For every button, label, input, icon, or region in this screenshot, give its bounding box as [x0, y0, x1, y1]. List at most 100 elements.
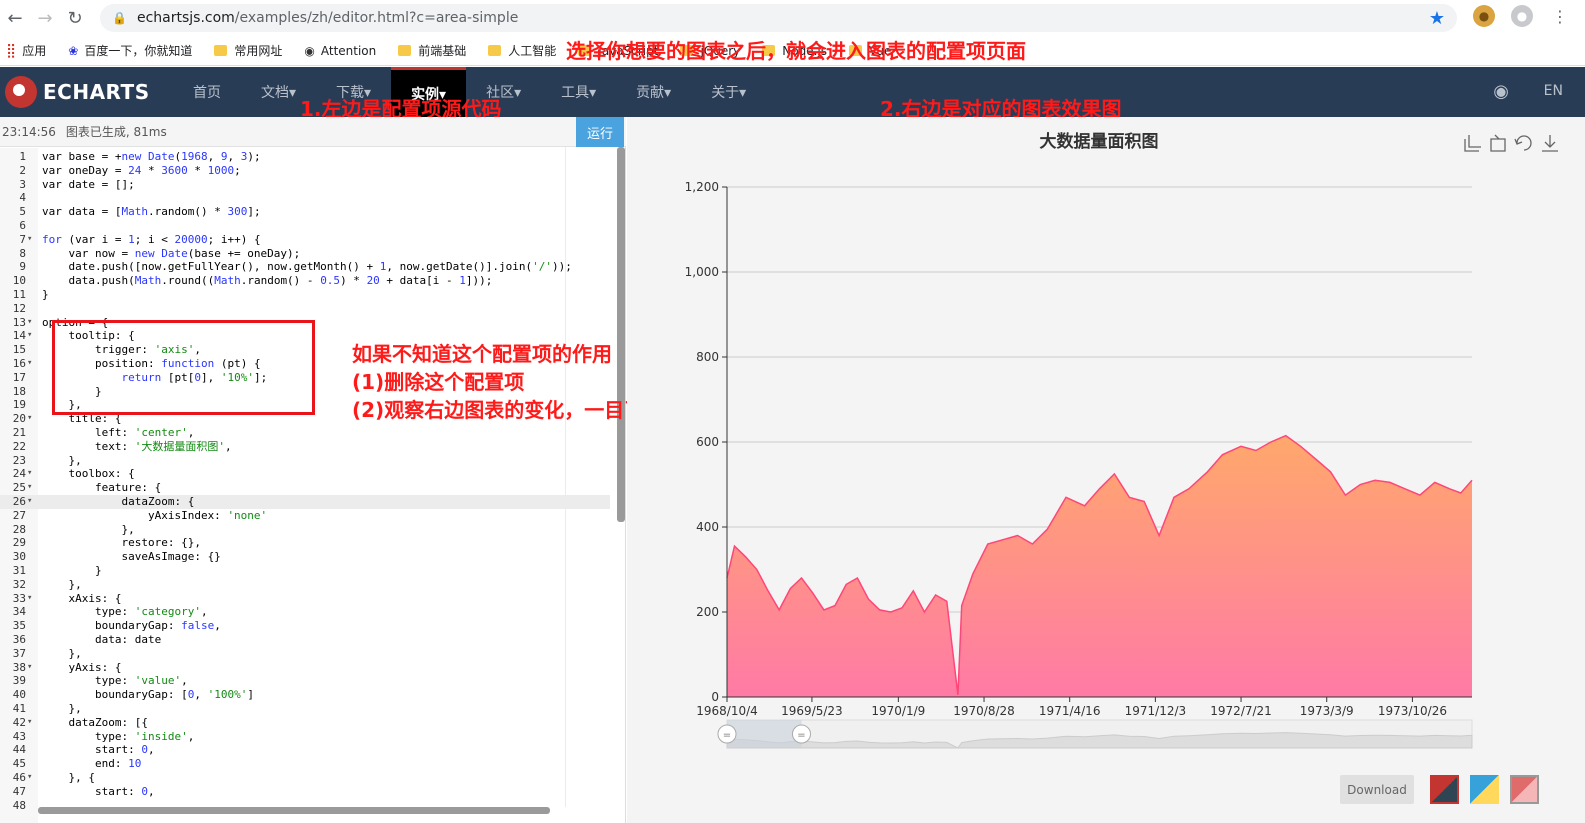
bookmark-item[interactable]: 前端基础 — [398, 42, 466, 59]
code-text: var date = []; — [42, 178, 135, 192]
code-token: 300 — [227, 205, 248, 219]
code-token: .random() - — [240, 274, 321, 288]
github-icon[interactable]: ◉ — [1493, 81, 1509, 102]
slider-window[interactable] — [727, 720, 802, 748]
code-token: 0.5 — [320, 274, 341, 288]
save-as-image-icon[interactable] — [1542, 135, 1558, 152]
menu-dots-icon[interactable]: ⋮ — [1549, 5, 1571, 27]
code-token: , — [224, 439, 232, 453]
code-token: Math — [134, 274, 162, 288]
bookmark-item[interactable]: ⣿ 应用 — [6, 42, 46, 59]
code-area[interactable]: 1 var base = +new Date(1968, 9, 3); 2 var o… — [0, 148, 626, 823]
nav-item[interactable]: 贡献▾ — [616, 67, 691, 117]
line-number: 19 — [12, 398, 26, 412]
download-button[interactable]: Download — [1340, 775, 1414, 804]
code-text: var base = +new Date(1968, 9, 3); — [42, 150, 261, 164]
data-zoom-icon[interactable] — [1464, 135, 1481, 152]
code-token: false — [181, 619, 215, 633]
lock-icon: 🔒 — [112, 11, 127, 25]
fold-arrow-icon[interactable]: ▾ — [27, 467, 32, 481]
back-arrow-icon[interactable]: ← — [0, 3, 30, 33]
restore-icon[interactable] — [1514, 135, 1532, 151]
fold-arrow-icon[interactable]: ▾ — [27, 357, 32, 371]
code-token: var now = — [42, 246, 135, 260]
code-line: 32 }, — [0, 578, 610, 592]
code-text: yAxisIndex: 'none' — [42, 509, 267, 523]
url-domain: echartsjs.com — [136, 10, 235, 26]
bookmark-item[interactable]: 常用网址 — [214, 42, 282, 59]
theme-default-swatch[interactable] — [1510, 775, 1539, 804]
theme-light-swatch[interactable] — [1470, 775, 1499, 804]
chart-toolbox — [1464, 134, 1558, 152]
language-switch[interactable]: EN — [1544, 83, 1563, 99]
data-zoom-slider[interactable]: = = — [717, 719, 1473, 749]
code-line: 11} — [0, 288, 610, 302]
line-number: 34 — [12, 605, 26, 619]
code-token: )); — [551, 260, 572, 274]
horizontal-scrollbar[interactable] — [38, 807, 550, 814]
bookmark-item[interactable]: ◉ Attention — [304, 44, 376, 58]
fold-arrow-icon[interactable]: ▾ — [27, 481, 32, 495]
code-line: 25 ▾ feature: { — [0, 481, 610, 495]
code-token: 'inside' — [134, 729, 188, 743]
annotation-line: (1)删除这个配置项 — [352, 370, 525, 394]
slider-handle-right[interactable]: = — [792, 724, 811, 744]
code-text: end: 10 — [42, 757, 141, 771]
code-text: type: 'inside', — [42, 730, 194, 744]
code-token: toolbox: { — [42, 467, 135, 481]
bookmark-item[interactable]: ❀ 百度一下，你就知道 — [68, 42, 192, 59]
code-line: 1 var base = +new Date(1968, 9, 3); — [0, 150, 610, 164]
echarts-logo[interactable]: ECHARTS — [5, 76, 173, 108]
code-line: 28 }, — [0, 523, 610, 537]
forward-arrow-icon[interactable]: → — [30, 3, 60, 33]
fold-arrow-icon[interactable]: ▾ — [27, 495, 32, 509]
profile-avatar-icon[interactable]: ● — [1511, 5, 1533, 27]
fold-arrow-icon[interactable]: ▾ — [27, 661, 32, 675]
fold-arrow-icon[interactable]: ▾ — [27, 592, 32, 606]
code-token: ] — [247, 688, 254, 702]
address-bar[interactable]: 🔒 echartsjs.com/examples/zh/editor.html?… — [100, 4, 1457, 32]
nav-item[interactable]: 工具▾ — [541, 67, 616, 117]
line-number: 28 — [12, 522, 26, 536]
line-number: 23 — [12, 453, 26, 467]
code-token: var oneDay = — [42, 163, 129, 177]
fold-arrow-icon[interactable]: ▾ — [27, 412, 32, 426]
bookmark-label: 百度一下，你就知道 — [84, 44, 193, 58]
fold-arrow-icon[interactable]: ▾ — [27, 316, 32, 330]
fold-arrow-icon[interactable]: ▾ — [27, 716, 32, 730]
code-token: (var i = — [61, 232, 129, 246]
fold-arrow-icon[interactable]: ▾ — [27, 329, 32, 343]
x-tick-label: 1971/4/16 — [1039, 704, 1101, 718]
bookmark-star-icon[interactable]: ★ — [1429, 8, 1445, 29]
zoom-back-icon[interactable] — [1490, 134, 1506, 152]
code-text: }, — [42, 702, 81, 716]
code-token: 0 — [141, 743, 148, 757]
nav-item[interactable]: 首页 — [173, 67, 241, 117]
fold-arrow-icon[interactable]: ▾ — [27, 771, 32, 785]
code-text: }, — [42, 647, 81, 661]
slider-handle-left[interactable]: = — [717, 724, 737, 744]
code-token: ) * — [340, 274, 367, 288]
code-text: dataZoom: [{ — [42, 715, 148, 730]
vertical-scrollbar[interactable] — [617, 147, 625, 522]
code-line: 44 start: 0, — [0, 743, 610, 757]
reload-icon[interactable]: ↻ — [60, 3, 90, 33]
code-token: ]; — [247, 205, 261, 219]
code-token: dataZoom: [{ — [42, 715, 148, 729]
extension-cookie-icon[interactable]: ● — [1473, 5, 1495, 27]
folder-icon — [398, 45, 412, 56]
run-button[interactable]: 运行 — [576, 117, 624, 147]
annotation-line: (2)观察右边图表的变化，一目了然 — [352, 398, 665, 422]
baidu-paw-icon: ❀ — [68, 43, 79, 58]
theme-dark-swatch[interactable] — [1430, 775, 1459, 804]
line-number: 36 — [12, 633, 26, 646]
code-text: toolbox: { — [42, 467, 135, 481]
nav-item[interactable]: 关于▾ — [691, 67, 766, 117]
area-chart[interactable]: 大数据量面积图 0 200 400 600 800 1,000 1,200 1968/10/… — [627, 117, 1585, 823]
line-number: 1 — [19, 150, 26, 163]
code-token: + data[i - — [379, 274, 460, 288]
fold-arrow-icon[interactable]: ▾ — [27, 233, 32, 247]
code-token: , — [200, 605, 208, 619]
code-line: 22 text: '大数据量面积图', — [0, 440, 610, 454]
bookmark-item[interactable]: 人工智能 — [488, 42, 556, 59]
